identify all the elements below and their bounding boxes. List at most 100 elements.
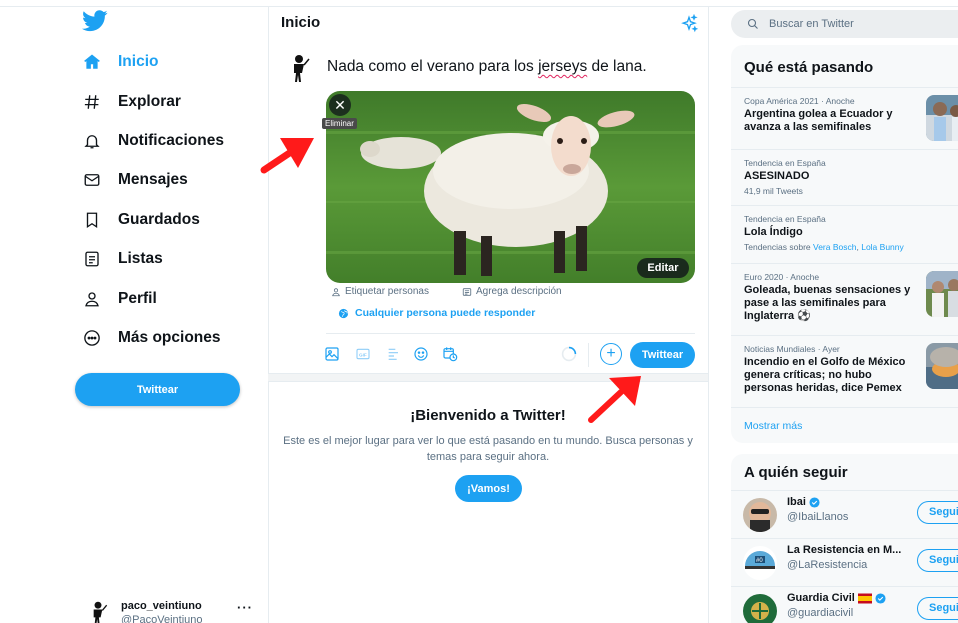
column-divider <box>708 7 709 623</box>
follow-button[interactable]: Seguir <box>917 501 958 524</box>
sidebar-item-label: Perfil <box>118 290 157 307</box>
bell-icon <box>80 129 104 153</box>
trend-thumbnail <box>926 343 958 389</box>
twitter-logo-icon[interactable] <box>82 10 108 32</box>
who-to-follow-title: A quién seguir <box>744 464 848 481</box>
divider <box>326 333 695 334</box>
sidebar-item-label: Guardados <box>118 211 200 228</box>
welcome-body: Este es el mejor lugar para ver lo que e… <box>283 435 693 463</box>
reply-settings-button[interactable]: Cualquier persona puede responder <box>338 307 535 319</box>
sidebar-item-perfil[interactable]: Perfil <box>70 279 260 319</box>
sidebar-item-label: Explorar <box>118 93 181 110</box>
sidebar-item-label: Notificaciones <box>118 132 224 149</box>
follow-suggestion[interactable]: Ibai @IbaiLlanos Seguir <box>731 490 958 538</box>
sidebar-item-label: Mensajes <box>118 171 188 188</box>
sparkle-icon[interactable] <box>679 13 699 34</box>
envelope-icon <box>80 168 104 192</box>
submit-tweet-button[interactable]: Twittear <box>630 342 695 368</box>
sidebar-item-mensajes[interactable]: Mensajes <box>70 160 260 200</box>
divider <box>588 343 589 367</box>
trends-panel: Qué está pasando Copa América 2021 · Ano… <box>731 45 958 443</box>
sidebar-item-label: Listas <box>118 250 163 267</box>
account-handle: @PacoVeintiuno <box>121 614 203 623</box>
remove-image-button[interactable]: ✕ <box>329 94 351 116</box>
user-icon <box>332 287 340 296</box>
trend-item[interactable]: Copa América 2021 · Anoche Argentina gol… <box>731 87 958 149</box>
follow-suggestion[interactable]: Guardia Civil @guardiacivil Seguir <box>731 586 958 623</box>
avatar <box>284 53 314 83</box>
get-started-button[interactable]: ¡Vamos! <box>455 475 522 502</box>
follow-button[interactable]: Seguir <box>917 549 958 572</box>
sidebar-item-explorar[interactable]: Explorar <box>70 82 260 122</box>
follow-handle: @IbaiLlanos <box>787 511 849 523</box>
close-icon: ✕ <box>334 96 346 113</box>
sidebar-item-guardados[interactable]: Guardados <box>70 200 260 240</box>
show-more-link[interactable]: Mostrar más <box>744 420 802 432</box>
bookmark-icon <box>80 208 104 232</box>
home-icon <box>80 50 104 74</box>
column-divider <box>268 7 269 623</box>
avatar <box>743 498 777 532</box>
follow-name: Guardia Civil <box>787 592 855 604</box>
tag-people-button[interactable]: Etiquetar personas <box>331 286 429 297</box>
tweet-button[interactable]: Twittear <box>75 373 240 406</box>
who-to-follow-panel: A quién seguir Ibai @IbaiLlanos Seguir #… <box>731 454 958 623</box>
avatar: #0 <box>743 546 777 580</box>
edit-image-button[interactable]: Editar <box>637 258 689 278</box>
tweet-text-input[interactable]: Nada como el verano para los jerseys de … <box>327 58 647 76</box>
emoji-icon[interactable] <box>412 345 430 363</box>
search-input[interactable]: Buscar en Twitter <box>731 10 958 38</box>
remove-tooltip: Eliminar <box>322 118 357 129</box>
globe-icon <box>338 308 349 318</box>
add-description-button[interactable]: Agrega descripción <box>462 286 562 297</box>
follow-name: Ibai <box>787 496 806 508</box>
verified-icon <box>809 496 820 508</box>
annotation-arrow-icon <box>260 138 314 174</box>
sidebar-item-mas-opciones[interactable]: Más opciones <box>70 318 260 358</box>
misspelled-word: jerseys <box>538 58 588 75</box>
sidebar-item-label: Más opciones <box>118 329 221 346</box>
trend-thumbnail <box>926 271 958 317</box>
sidebar-item-label: Inicio <box>118 53 159 70</box>
trend-thumbnail <box>926 95 958 141</box>
list-icon <box>80 247 104 271</box>
gif-icon[interactable]: GIF <box>354 345 372 363</box>
follow-handle: @guardiacivil <box>787 607 854 619</box>
character-count-indicator <box>561 346 577 362</box>
follow-suggestion[interactable]: #0 La Resistencia en M... @LaResistencia… <box>731 538 958 586</box>
follow-handle: @LaResistencia <box>787 559 868 571</box>
image-icon[interactable] <box>323 345 341 363</box>
hashtag-icon <box>80 90 104 114</box>
avatar <box>743 594 777 623</box>
trend-item[interactable]: Tendencia en España Lola Índigo Tendenci… <box>731 205 958 263</box>
verified-icon <box>875 592 886 604</box>
account-name: paco_veintiuno <box>121 600 202 612</box>
sidebar-item-notificaciones[interactable]: Notificaciones <box>70 121 260 161</box>
add-thread-button[interactable]: + <box>600 343 622 365</box>
more-dots-icon[interactable]: ··· <box>237 600 253 615</box>
more-circle-icon <box>80 326 104 350</box>
page-title: Inicio <box>281 14 321 31</box>
sidebar-item-inicio[interactable]: Inicio <box>70 42 260 82</box>
related-trend-link[interactable]: Vera Bosch <box>813 242 856 252</box>
avatar <box>85 600 111 623</box>
svg-text:#0: #0 <box>756 558 763 564</box>
account-switcher[interactable]: paco_veintiuno @PacoVeintiuno ··· <box>85 598 265 623</box>
trends-title: Qué está pasando <box>744 59 874 76</box>
follow-name: La Resistencia en M... <box>787 544 902 556</box>
trend-item[interactable]: Noticias Mundiales · Ayer Incendio en el… <box>731 335 958 407</box>
schedule-icon[interactable] <box>441 345 459 363</box>
trend-item[interactable]: Tendencia en España ASESINADO 41,9 mil T… <box>731 149 958 205</box>
related-trend-link[interactable]: Lola Bunny <box>861 242 904 252</box>
search-placeholder: Buscar en Twitter <box>769 18 854 30</box>
trend-item[interactable]: Euro 2020 · Anoche Goleada, buenas sensa… <box>731 263 958 335</box>
sidebar-item-listas[interactable]: Listas <box>70 239 260 279</box>
description-icon <box>462 287 472 296</box>
user-icon <box>80 287 104 311</box>
spain-flag-icon <box>857 593 872 603</box>
attached-image-sheep <box>326 91 695 283</box>
svg-text:GIF: GIF <box>359 352 367 357</box>
follow-button[interactable]: Seguir <box>917 597 958 620</box>
show-more-row[interactable]: Mostrar más <box>731 407 958 443</box>
poll-icon[interactable] <box>385 345 403 363</box>
